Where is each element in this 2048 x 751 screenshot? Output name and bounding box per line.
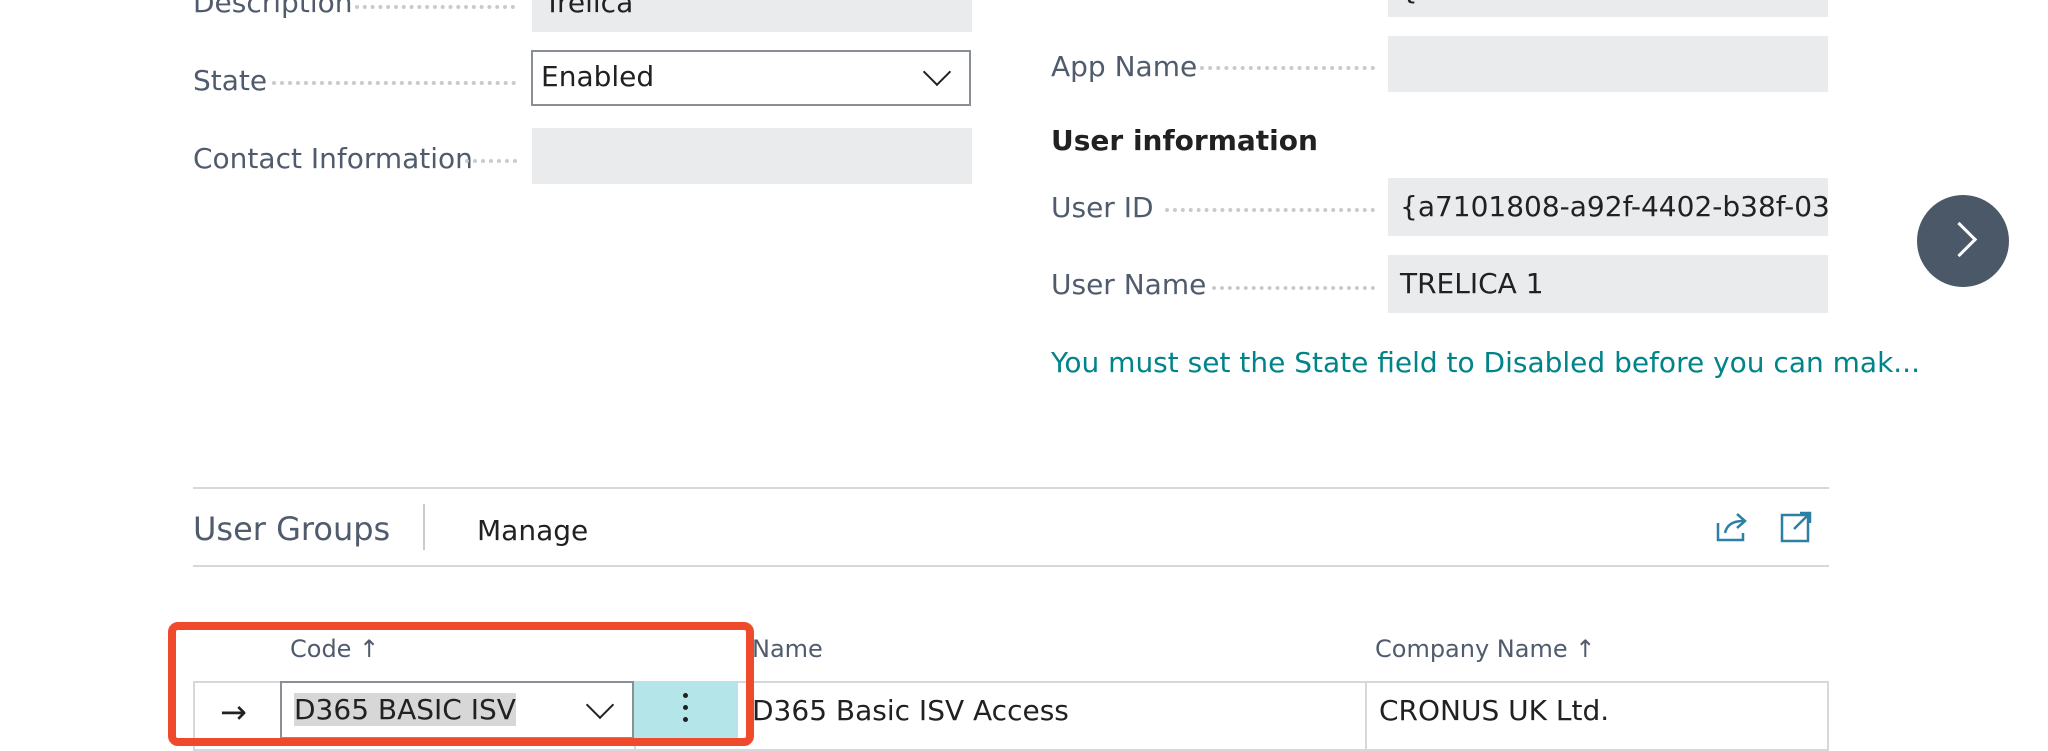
- manage-action[interactable]: Manage: [477, 514, 588, 547]
- row-company-name[interactable]: CRONUS UK Ltd.: [1379, 694, 1609, 727]
- column-divider: [1365, 681, 1367, 751]
- chevron-right-icon: [1941, 221, 1978, 258]
- description-label: Description: [193, 0, 353, 19]
- state-value: Enabled: [541, 60, 655, 93]
- dotted-leader: [1212, 286, 1375, 290]
- dotted-leader: [1200, 66, 1375, 70]
- expand-icon[interactable]: [1779, 510, 1813, 544]
- toolbar-divider: [193, 565, 1829, 567]
- dotted-leader: [272, 81, 516, 85]
- user-information-heading: User information: [1051, 124, 1318, 157]
- column-header-company-name[interactable]: Company Name ↑: [1375, 635, 1595, 663]
- state-dropdown[interactable]: Enabled: [531, 50, 971, 106]
- user-id-label: User ID: [1051, 191, 1154, 224]
- column-header-name[interactable]: Name: [752, 635, 823, 663]
- title-separator: [423, 504, 425, 550]
- dotted-leader: [465, 159, 517, 163]
- description-field[interactable]: Trelica: [532, 0, 972, 32]
- user-id-field[interactable]: {a7101808-a92f-4402-b38f-03b...: [1388, 178, 1828, 236]
- share-icon[interactable]: [1714, 509, 1750, 545]
- app-id-field[interactable]: {: [1388, 0, 1828, 17]
- highlight-box: [168, 622, 754, 746]
- app-name-label: App Name: [1051, 50, 1198, 83]
- section-divider: [193, 487, 1829, 489]
- contact-information-field[interactable]: [532, 128, 972, 184]
- dotted-leader: [355, 5, 515, 9]
- chevron-down-icon: [922, 57, 952, 87]
- sort-ascending-icon: ↑: [1575, 635, 1596, 663]
- user-name-label: User Name: [1051, 268, 1207, 301]
- state-warning-message[interactable]: You must set the State field to Disabled…: [1051, 346, 1920, 379]
- dotted-leader: [1165, 208, 1375, 212]
- contact-information-label: Contact Information: [193, 142, 473, 175]
- next-record-button[interactable]: [1917, 195, 2009, 287]
- state-label: State: [193, 64, 268, 97]
- app-name-field[interactable]: [1388, 36, 1828, 92]
- user-groups-title[interactable]: User Groups: [193, 510, 390, 548]
- user-name-field[interactable]: TRELICA 1: [1388, 255, 1828, 313]
- row-name[interactable]: D365 Basic ISV Access: [752, 694, 1069, 727]
